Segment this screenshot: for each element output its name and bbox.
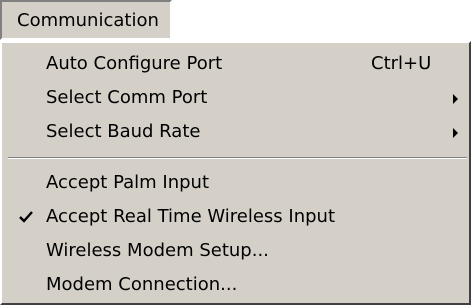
menu-item-auto-configure-port[interactable]: Auto Configure Port Ctrl+U (2, 48, 469, 82)
menubar-item-communication[interactable]: Communication (0, 0, 172, 40)
menu-item-label: Auto Configure Port (46, 53, 223, 74)
menu-item-select-baud-rate[interactable]: Select Baud Rate (2, 116, 469, 150)
menu-item-modem-connection[interactable]: Modem Connection... (2, 269, 469, 303)
menu-separator (8, 157, 467, 159)
menu-item-label: Accept Palm Input (46, 172, 210, 193)
menu-item-wireless-modem-setup[interactable]: Wireless Modem Setup... (2, 235, 469, 269)
menu-item-label: Modem Connection... (46, 274, 238, 295)
menubar-label: Communication (17, 10, 159, 31)
menu-item-label: Wireless Modem Setup... (46, 240, 269, 261)
communication-menu: Auto Configure Port Ctrl+U Select Comm P… (0, 41, 471, 305)
menu-item-label: Select Baud Rate (46, 121, 201, 142)
check-icon (19, 211, 33, 223)
menu-item-accept-palm-input[interactable]: Accept Palm Input (2, 167, 469, 201)
menu-item-label: Select Comm Port (46, 87, 208, 108)
chevron-right-icon (453, 128, 458, 138)
menu-item-accept-real-time-wireless-input[interactable]: Accept Real Time Wireless Input (2, 201, 469, 235)
shortcut-label: Ctrl+U (371, 53, 432, 74)
menu-item-select-comm-port[interactable]: Select Comm Port (2, 82, 469, 116)
menu-item-label: Accept Real Time Wireless Input (46, 206, 336, 227)
chevron-right-icon (453, 94, 458, 104)
